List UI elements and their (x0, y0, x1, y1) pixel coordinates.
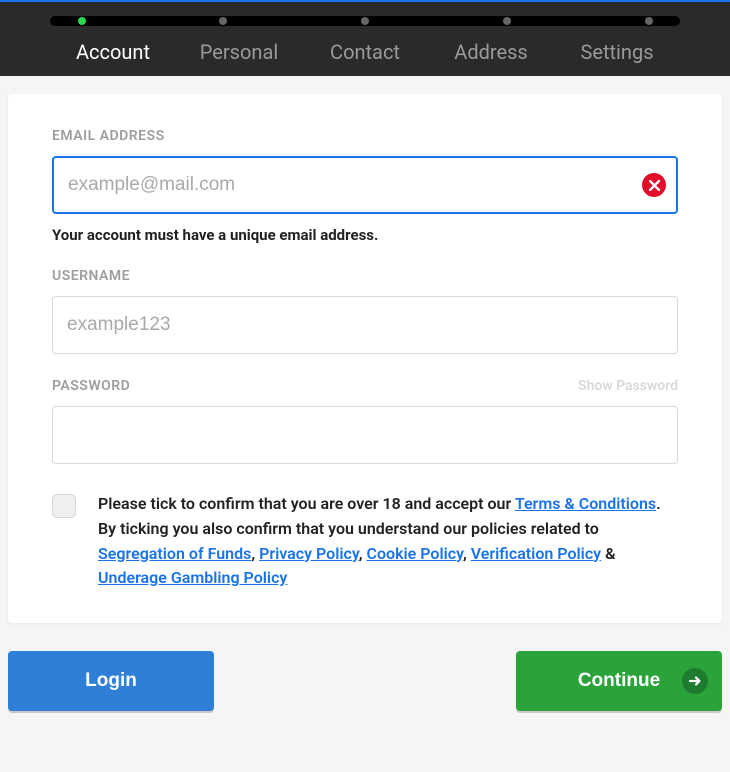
step-dot-1 (78, 17, 86, 25)
username-input[interactable] (52, 296, 678, 354)
underage-link[interactable]: Underage Gambling Policy (98, 568, 287, 587)
stepper-header: Account Personal Contact Address Setting… (0, 0, 730, 76)
step-dot-4 (503, 17, 511, 25)
step-dot-3 (361, 17, 369, 25)
step-personal[interactable]: Personal (176, 40, 302, 64)
password-input[interactable] (52, 406, 678, 464)
cookie-link[interactable]: Cookie Policy (367, 544, 464, 563)
step-settings[interactable]: Settings (554, 40, 680, 64)
form-card: EMAIL ADDRESS Your account must have a u… (8, 94, 722, 623)
privacy-link[interactable]: Privacy Policy (259, 544, 359, 563)
password-label: PASSWORD (52, 378, 130, 394)
continue-label: Continue (578, 670, 660, 692)
progress-track (50, 16, 680, 26)
email-error-msg: Your account must have a unique email ad… (52, 226, 678, 244)
footer-actions: Login Continue (0, 623, 730, 711)
segregation-link[interactable]: Segregation of Funds (98, 544, 251, 563)
consent-row: Please tick to confirm that you are over… (52, 492, 678, 591)
login-button[interactable]: Login (8, 651, 214, 711)
terms-link[interactable]: Terms & Conditions (515, 494, 656, 513)
step-account[interactable]: Account (50, 40, 176, 64)
consent-pre1: Please tick to confirm that you are over… (98, 494, 515, 513)
email-block: EMAIL ADDRESS Your account must have a u… (52, 128, 678, 244)
arrow-right-icon (682, 668, 708, 694)
step-contact[interactable]: Contact (302, 40, 428, 64)
step-address[interactable]: Address (428, 40, 554, 64)
verification-link[interactable]: Verification Policy (471, 544, 601, 563)
username-block: USERNAME (52, 268, 678, 354)
step-labels: Account Personal Contact Address Setting… (50, 40, 680, 64)
email-input-wrap (52, 156, 678, 214)
password-block: PASSWORD Show Password (52, 378, 678, 464)
step-dot-5 (645, 17, 653, 25)
consent-text: Please tick to confirm that you are over… (98, 492, 678, 591)
username-label: USERNAME (52, 268, 678, 284)
show-password-toggle[interactable]: Show Password (578, 378, 678, 394)
email-label: EMAIL ADDRESS (52, 128, 678, 144)
email-input[interactable] (52, 156, 678, 214)
step-dot-2 (219, 17, 227, 25)
error-icon (642, 173, 666, 197)
consent-checkbox[interactable] (52, 494, 76, 518)
continue-button[interactable]: Continue (516, 651, 722, 711)
